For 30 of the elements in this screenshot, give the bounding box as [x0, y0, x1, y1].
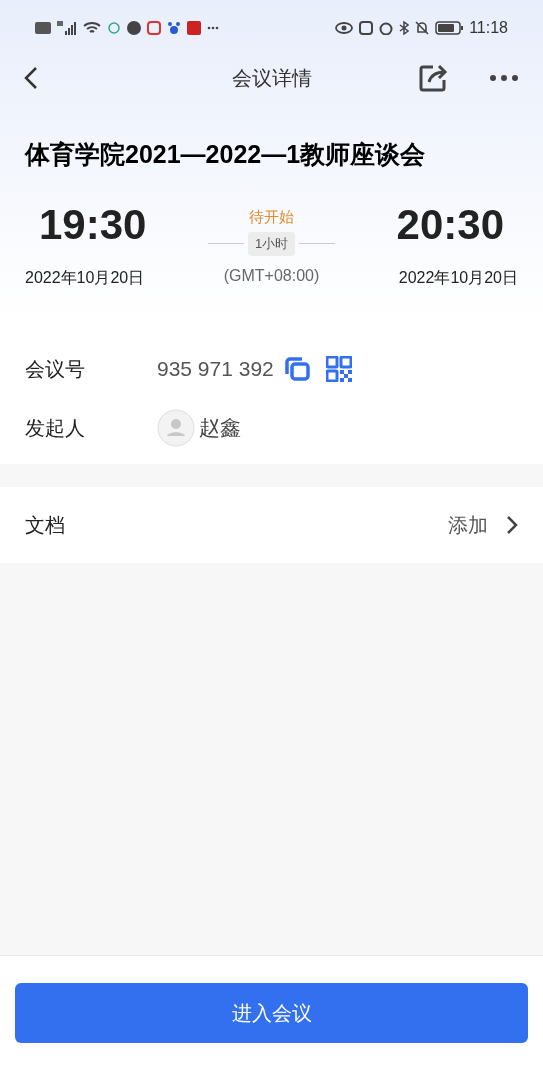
- field-label: 会议号: [25, 357, 86, 382]
- qr-code-icon[interactable]: [325, 356, 352, 382]
- bell-off-icon: [415, 20, 430, 35]
- signal-icon: [57, 20, 77, 35]
- page-title: 会议详情: [231, 65, 312, 91]
- start-date: 2022年10月20日: [25, 267, 145, 288]
- bluetooth-icon: [399, 20, 410, 35]
- end-time: 20:30: [396, 203, 505, 246]
- join-meeting-button[interactable]: 进入会议: [15, 983, 528, 1043]
- chevron-right-icon: [506, 514, 518, 535]
- end-date: 2022年10月20日: [398, 267, 518, 288]
- documents-label: 文档: [25, 512, 65, 538]
- duration-badge: 1小时: [247, 232, 296, 256]
- timezone: (GMT+08:00): [223, 265, 320, 286]
- meeting-title: 体育学院2021—2022—1教师座谈会: [25, 139, 427, 170]
- battery-icon: [435, 20, 464, 35]
- avatar-icon: [157, 409, 195, 447]
- eye-icon: [335, 21, 354, 34]
- field-label: 发起人: [25, 416, 86, 441]
- wifi-icon: [83, 20, 101, 35]
- start-time: 19:30: [38, 203, 147, 246]
- more-icon: [207, 25, 219, 30]
- paw-icon: [167, 20, 181, 35]
- more-options-icon[interactable]: [489, 72, 519, 83]
- add-document-button[interactable]: 添加: [448, 509, 518, 540]
- host-name: 赵鑫: [199, 415, 241, 442]
- status-time: 11:18: [469, 17, 508, 38]
- status-label: 待开始: [249, 206, 294, 227]
- copy-icon[interactable]: [283, 357, 310, 381]
- meeting-number: 935 971 392: [157, 356, 274, 383]
